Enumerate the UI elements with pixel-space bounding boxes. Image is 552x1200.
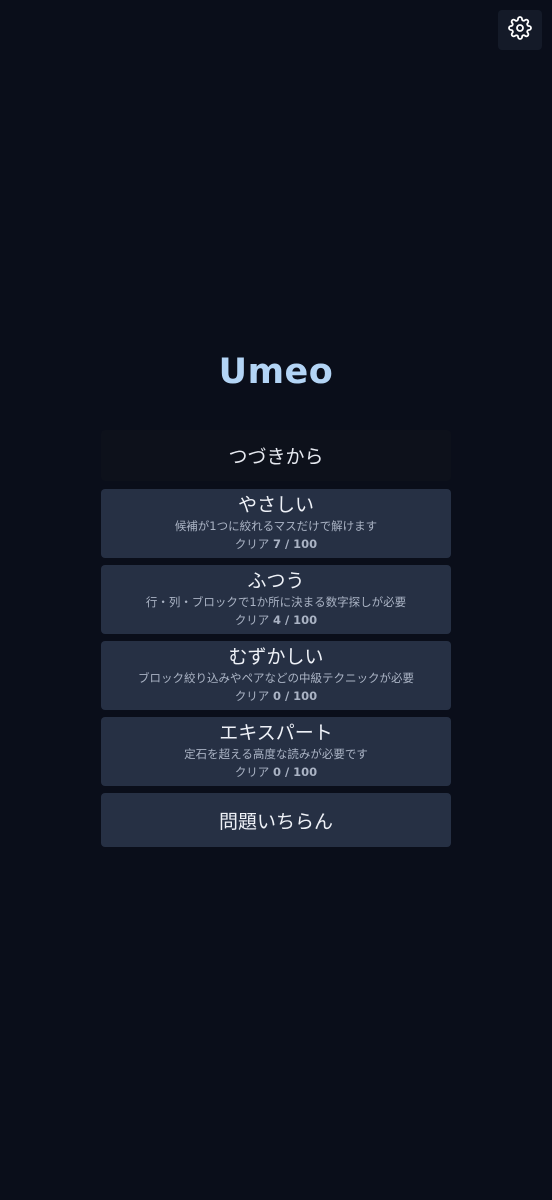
progress-count: 0 / 100 bbox=[272, 765, 318, 779]
app-title: Umeo bbox=[218, 352, 334, 392]
progress-count: 4 / 100 bbox=[272, 613, 318, 627]
gear-icon bbox=[508, 16, 532, 44]
level-hard-button[interactable]: むずかしい ブロック絞り込みやペアなどの中級テクニックが必要 クリア 0 / 1… bbox=[101, 641, 451, 710]
continue-button[interactable]: つづきから bbox=[101, 430, 451, 481]
puzzle-list-button[interactable]: 問題いちらん bbox=[101, 793, 451, 847]
level-progress: クリア 0 / 100 bbox=[101, 764, 451, 780]
level-normal-button[interactable]: ふつう 行・列・ブロックで1か所に決まる数字探しが必要 クリア 4 / 100 bbox=[101, 565, 451, 634]
progress-count: 7 / 100 bbox=[272, 537, 318, 551]
level-progress: クリア 4 / 100 bbox=[101, 612, 451, 628]
level-description: 行・列・ブロックで1か所に決まる数字探しが必要 bbox=[145, 595, 407, 609]
level-progress: クリア 7 / 100 bbox=[101, 536, 451, 552]
level-description: 定石を超える高度な読みが必要です bbox=[184, 747, 368, 761]
settings-button[interactable] bbox=[498, 10, 542, 50]
level-name: エキスパート bbox=[219, 722, 333, 744]
progress-label: クリア bbox=[234, 537, 270, 551]
progress-label: クリア bbox=[234, 765, 270, 779]
progress-label: クリア bbox=[234, 689, 270, 703]
level-progress: クリア 0 / 100 bbox=[101, 688, 451, 704]
level-name: ふつう bbox=[247, 570, 305, 592]
progress-count: 0 / 100 bbox=[272, 689, 318, 703]
level-description: ブロック絞り込みやペアなどの中級テクニックが必要 bbox=[138, 671, 414, 685]
level-easy-button[interactable]: やさしい 候補が1つに絞れるマスだけで解けます クリア 7 / 100 bbox=[101, 489, 451, 558]
level-name: やさしい bbox=[237, 494, 314, 516]
level-name: むずかしい bbox=[228, 646, 324, 668]
level-description: 候補が1つに絞れるマスだけで解けます bbox=[174, 519, 378, 533]
progress-label: クリア bbox=[234, 613, 270, 627]
level-expert-button[interactable]: エキスパート 定石を超える高度な読みが必要です クリア 0 / 100 bbox=[101, 717, 451, 786]
main-menu: つづきから やさしい 候補が1つに絞れるマスだけで解けます クリア 7 / 10… bbox=[101, 430, 451, 847]
